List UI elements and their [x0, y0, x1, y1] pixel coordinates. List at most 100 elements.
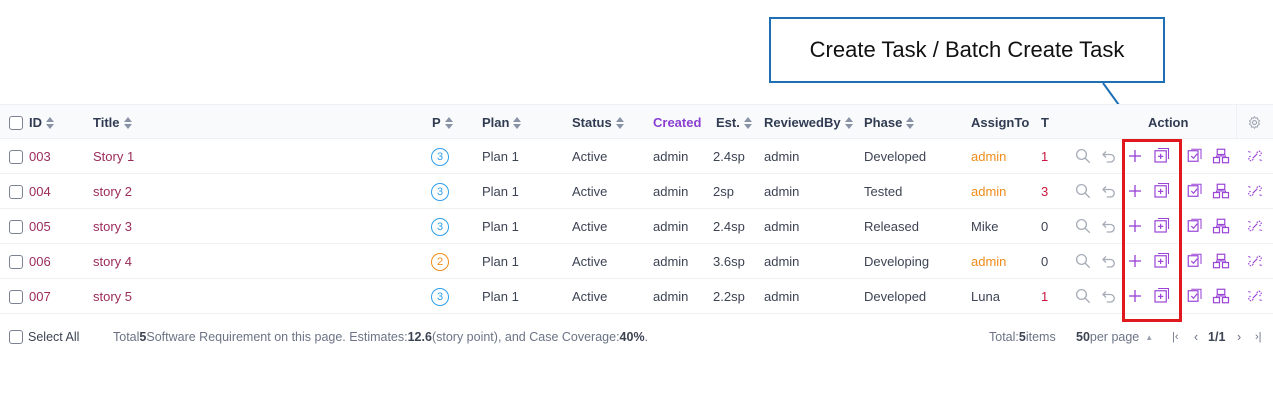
row-title-link[interactable]: story 5 [93, 279, 132, 314]
row-estimate: 2.2sp [713, 289, 745, 304]
column-header-status[interactable]: Status [572, 105, 624, 140]
split-icon[interactable] [1212, 252, 1230, 270]
row-plan: Plan 1 [482, 149, 519, 164]
next-page-icon[interactable]: › [1237, 320, 1241, 354]
per-page-dropdown[interactable]: 50 per page ▲ [1076, 320, 1153, 354]
column-header-priority[interactable]: P [432, 105, 453, 140]
unlink-icon[interactable] [1246, 147, 1264, 165]
undo-icon[interactable] [1100, 217, 1118, 235]
priority-badge: 3 [431, 217, 449, 236]
priority-badge: 3 [431, 287, 449, 306]
row-checkbox[interactable] [9, 279, 23, 314]
column-header-estimate[interactable]: Est. [716, 105, 752, 140]
row-created-by: admin [653, 149, 689, 164]
row-assign-to[interactable]: admin [971, 139, 1006, 174]
column-header-tasks[interactable]: T [1041, 105, 1049, 140]
row-priority: 3 [431, 139, 449, 174]
undo-icon[interactable] [1100, 182, 1118, 200]
select-all-header-checkbox[interactable] [9, 105, 23, 140]
undo-icon[interactable] [1100, 147, 1118, 165]
sort-icon [906, 116, 915, 129]
row-assign-to[interactable]: Mike [971, 209, 998, 244]
split-icon[interactable] [1212, 217, 1230, 235]
row-id[interactable]: 004 [29, 174, 51, 209]
row-created-by: admin [653, 184, 689, 199]
column-header-reviewed-by[interactable]: ReviewedBy [764, 105, 853, 140]
table-footer: Select All Total 5 Software Requirement … [0, 320, 1273, 354]
search-icon[interactable] [1074, 252, 1092, 270]
row-status: Active [572, 149, 608, 164]
priority-badge: 3 [431, 147, 449, 166]
link-case-icon[interactable] [1186, 182, 1204, 200]
table-row[interactable]: 007 story 5 3 Plan 1 Active admin 2.2sp admin De… [0, 279, 1273, 314]
row-reviewed-by: admin [764, 219, 800, 234]
row-task-count[interactable]: 0 [1041, 244, 1048, 279]
row-checkbox[interactable] [9, 174, 23, 209]
unlink-icon[interactable] [1246, 182, 1264, 200]
row-status: Active [572, 184, 608, 199]
row-checkbox[interactable] [9, 139, 23, 174]
search-icon[interactable] [1074, 182, 1092, 200]
row-checkbox[interactable] [9, 209, 23, 244]
search-icon[interactable] [1074, 287, 1092, 305]
column-header-created[interactable]: Created [653, 105, 701, 140]
row-estimate: 3.6sp [713, 254, 745, 269]
table-row[interactable]: 004 story 2 3 Plan 1 Active admin 2sp admin Test… [0, 174, 1273, 209]
link-case-icon[interactable] [1186, 252, 1204, 270]
select-all-label[interactable]: Select All [28, 320, 79, 354]
sort-icon [513, 116, 522, 129]
split-icon[interactable] [1212, 147, 1230, 165]
last-page-icon[interactable]: ›| [1255, 320, 1262, 354]
row-id[interactable]: 005 [29, 209, 51, 244]
link-case-icon[interactable] [1186, 147, 1204, 165]
row-id[interactable]: 007 [29, 279, 51, 314]
row-task-count[interactable]: 0 [1041, 209, 1048, 244]
row-created-by: admin [653, 219, 689, 234]
row-status: Active [572, 254, 608, 269]
first-page-icon[interactable]: |‹ [1172, 320, 1179, 354]
row-phase: Tested [864, 184, 903, 199]
row-id[interactable]: 006 [29, 244, 51, 279]
table-row[interactable]: 006 story 4 2 Plan 1 Active admin 3.6sp admin De… [0, 244, 1273, 279]
row-priority: 3 [431, 174, 449, 209]
row-id[interactable]: 003 [29, 139, 51, 174]
split-icon[interactable] [1212, 287, 1230, 305]
column-header-title[interactable]: Title [93, 105, 132, 140]
link-case-icon[interactable] [1186, 287, 1204, 305]
prev-page-icon[interactable]: ‹ [1194, 320, 1198, 354]
row-plan: Plan 1 [482, 184, 519, 199]
row-task-count[interactable]: 3 [1041, 174, 1048, 209]
column-header-assign-to[interactable]: AssignTo [971, 105, 1029, 140]
search-icon[interactable] [1074, 147, 1092, 165]
unlink-icon[interactable] [1246, 287, 1264, 305]
row-title-link[interactable]: Story 1 [93, 139, 134, 174]
row-task-count[interactable]: 1 [1041, 279, 1048, 314]
row-title-link[interactable]: story 2 [93, 174, 132, 209]
row-assign-to[interactable]: admin [971, 244, 1006, 279]
table-row[interactable]: 003 Story 1 3 Plan 1 Active admin 2.4sp admin De… [0, 139, 1273, 174]
unlink-icon[interactable] [1246, 252, 1264, 270]
column-settings-button[interactable] [1236, 105, 1272, 140]
row-task-count[interactable]: 1 [1041, 139, 1048, 174]
column-header-phase[interactable]: Phase [864, 105, 915, 140]
search-icon[interactable] [1074, 217, 1092, 235]
link-case-icon[interactable] [1186, 217, 1204, 235]
split-icon[interactable] [1212, 182, 1230, 200]
table-row[interactable]: 005 story 3 3 Plan 1 Active admin 2.4sp admin Re… [0, 209, 1273, 244]
select-all-checkbox[interactable] [9, 320, 23, 354]
row-plan: Plan 1 [482, 254, 519, 269]
row-title-link[interactable]: story 3 [93, 209, 132, 244]
sort-icon [123, 116, 132, 129]
row-estimate: 2sp [713, 184, 734, 199]
column-header-id[interactable]: ID [29, 105, 54, 140]
row-title-link[interactable]: story 4 [93, 244, 132, 279]
row-assign-to[interactable]: Luna [971, 279, 1000, 314]
column-header-plan[interactable]: Plan [482, 105, 522, 140]
undo-icon[interactable] [1100, 287, 1118, 305]
row-assign-to[interactable]: admin [971, 174, 1006, 209]
unlink-icon[interactable] [1246, 217, 1264, 235]
row-plan: Plan 1 [482, 219, 519, 234]
caret-up-icon: ▲ [1145, 332, 1154, 342]
undo-icon[interactable] [1100, 252, 1118, 270]
row-checkbox[interactable] [9, 244, 23, 279]
